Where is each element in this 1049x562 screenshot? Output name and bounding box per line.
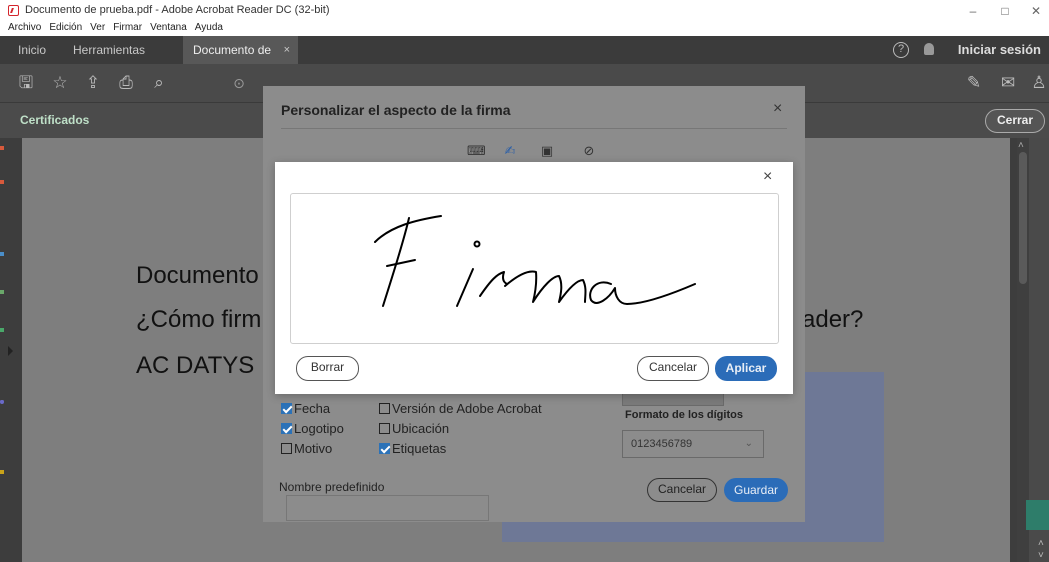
apply-signature-button[interactable]: Aplicar bbox=[715, 356, 777, 381]
signature-cancel-button[interactable]: Cancelar bbox=[637, 356, 709, 381]
menu-ver[interactable]: Ver bbox=[90, 20, 105, 36]
window-title: Documento de prueba.pdf - Adobe Acrobat … bbox=[25, 4, 330, 16]
acrobat-app-icon bbox=[8, 5, 19, 16]
save-icon[interactable]: 🖫 bbox=[16, 73, 36, 93]
customize-close-icon[interactable]: × bbox=[773, 100, 782, 118]
tab-close-icon[interactable]: × bbox=[284, 36, 290, 64]
checkbox-logotipo[interactable]: Logotipo bbox=[281, 421, 344, 436]
checkbox-icon bbox=[379, 403, 390, 414]
minimize-button[interactable]: – bbox=[958, 2, 988, 20]
combine-files-icon[interactable] bbox=[0, 252, 4, 256]
more-tools-icon[interactable] bbox=[0, 470, 4, 474]
edit-pdf-icon[interactable] bbox=[0, 328, 4, 332]
doc-line-2-end: ader? bbox=[802, 306, 864, 333]
compress-icon[interactable] bbox=[0, 290, 4, 294]
default-name-input[interactable] bbox=[286, 495, 489, 521]
menu-edicion[interactable]: Edición bbox=[49, 20, 82, 36]
help-icon[interactable]: ? bbox=[893, 42, 909, 58]
upload-cloud-icon[interactable]: ⇪ bbox=[83, 73, 103, 93]
bookmark-star-icon[interactable]: ☆ bbox=[50, 73, 70, 93]
rail-scroll-up-icon[interactable]: ˄ bbox=[1038, 538, 1044, 549]
close-window-button[interactable]: ✕ bbox=[1021, 2, 1049, 20]
signature-close-icon[interactable]: × bbox=[763, 168, 772, 186]
tab-herramientas[interactable]: Herramientas bbox=[73, 36, 145, 64]
signature-drawing-canvas[interactable] bbox=[290, 193, 779, 344]
notifications-bell-icon[interactable] bbox=[924, 43, 934, 55]
organize-pages-icon[interactable] bbox=[0, 146, 4, 150]
menu-ayuda[interactable]: Ayuda bbox=[195, 20, 223, 36]
chevron-down-icon: ⌄ bbox=[744, 438, 753, 449]
mail-icon[interactable]: ✉ bbox=[998, 73, 1018, 93]
certificates-label: Certificados bbox=[20, 113, 90, 127]
doc-line-2: ¿Cómo firm bbox=[136, 306, 262, 333]
checkbox-icon bbox=[379, 443, 390, 454]
doc-line-3: AC DATYS bbox=[136, 352, 255, 379]
digits-format-select[interactable]: 0123456789 ⌄ bbox=[622, 430, 764, 458]
panel-expand-icon[interactable] bbox=[8, 346, 13, 356]
search-icon[interactable]: ⌕ bbox=[149, 73, 169, 93]
checkbox-version[interactable]: Versión de Adobe Acrobat bbox=[379, 401, 542, 416]
customize-save-button[interactable]: Guardar bbox=[724, 478, 788, 502]
share-user-icon[interactable]: ♙ bbox=[1029, 73, 1049, 93]
export-pdf-icon[interactable] bbox=[0, 180, 4, 184]
tab-inicio[interactable]: Inicio bbox=[18, 36, 46, 64]
scrollbar-thumb[interactable] bbox=[1019, 152, 1027, 284]
keyboard-icon[interactable]: ⌨ bbox=[467, 144, 486, 158]
checkbox-ubicacion[interactable]: Ubicación bbox=[379, 421, 449, 436]
title-bar: Documento de prueba.pdf - Adobe Acrobat … bbox=[0, 0, 1049, 22]
tab-bar: Inicio Herramientas Documento de pru... … bbox=[0, 36, 1049, 85]
draw-pen-icon[interactable]: ✍ bbox=[502, 144, 518, 158]
doc-line-1: Documento bbox=[136, 262, 259, 289]
digits-format-label: Formato de los dígitos bbox=[625, 409, 743, 421]
checkbox-motivo[interactable]: Motivo bbox=[281, 441, 332, 456]
default-name-label: Nombre predefinido bbox=[279, 480, 385, 494]
image-icon[interactable]: ▣ bbox=[539, 144, 555, 158]
clear-signature-button[interactable]: Borrar bbox=[296, 356, 359, 381]
customize-cancel-button[interactable]: Cancelar bbox=[647, 478, 717, 502]
draw-signature-dialog: × Borrar Cancelar Aplicar bbox=[275, 162, 793, 394]
restore-button[interactable]: □ bbox=[990, 2, 1020, 20]
close-certificates-button[interactable]: Cerrar bbox=[985, 109, 1045, 133]
none-icon[interactable]: ⊘ bbox=[581, 144, 597, 158]
rail-scroll-down-icon[interactable]: ˅ bbox=[1038, 550, 1044, 561]
checkbox-fecha[interactable]: Fecha bbox=[281, 401, 330, 416]
page-up-icon[interactable]: ⊙ bbox=[229, 73, 249, 93]
certificates-tool-icon[interactable] bbox=[1026, 500, 1049, 530]
checkbox-etiquetas[interactable]: Etiquetas bbox=[379, 441, 446, 456]
checkbox-icon bbox=[281, 423, 292, 434]
checkbox-icon bbox=[379, 423, 390, 434]
tab-document[interactable]: Documento de pru... × bbox=[183, 36, 298, 85]
protect-shield-icon[interactable] bbox=[0, 400, 4, 404]
checkbox-icon bbox=[281, 443, 292, 454]
print-icon[interactable]: ⎙ bbox=[116, 73, 136, 93]
menu-archivo[interactable]: Archivo bbox=[8, 20, 41, 36]
menu-ventana[interactable]: Ventana bbox=[150, 20, 187, 36]
sign-in-link[interactable]: Iniciar sesión bbox=[958, 36, 1041, 64]
sign-pen-icon[interactable]: ✎ bbox=[964, 73, 984, 93]
handwritten-signature bbox=[374, 215, 696, 307]
customize-dialog-title: Personalizar el aspecto de la firma bbox=[281, 102, 511, 118]
scroll-up-icon[interactable]: ˄ bbox=[1018, 140, 1024, 151]
checkbox-icon bbox=[281, 403, 292, 414]
menu-bar: Archivo Edición Ver Firmar Ventana Ayuda bbox=[0, 20, 1049, 36]
menu-firmar[interactable]: Firmar bbox=[113, 20, 142, 36]
divider bbox=[281, 128, 787, 129]
